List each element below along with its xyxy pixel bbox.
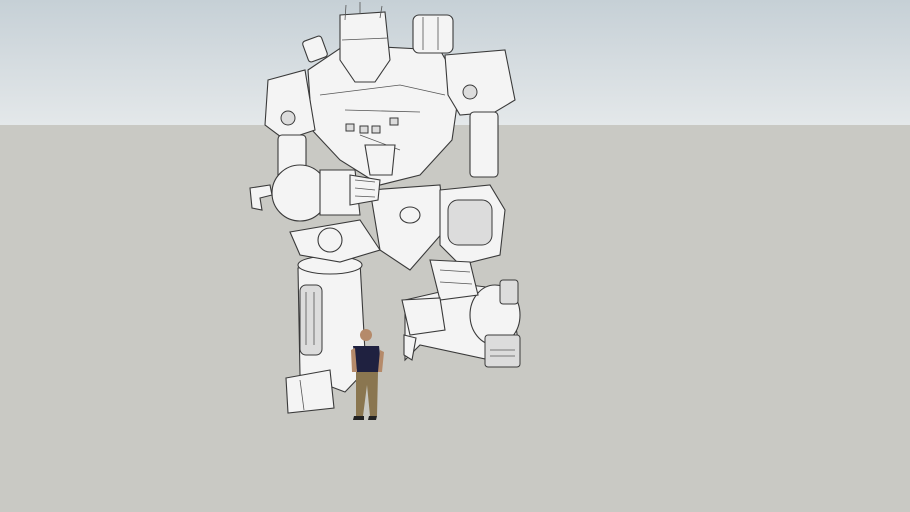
figure-shoes [353,416,377,420]
figure-head [360,329,372,341]
scale-figure[interactable] [0,0,910,512]
figure-shirt [353,346,382,372]
3d-viewport[interactable] [0,0,910,512]
figure-pants [356,372,378,416]
